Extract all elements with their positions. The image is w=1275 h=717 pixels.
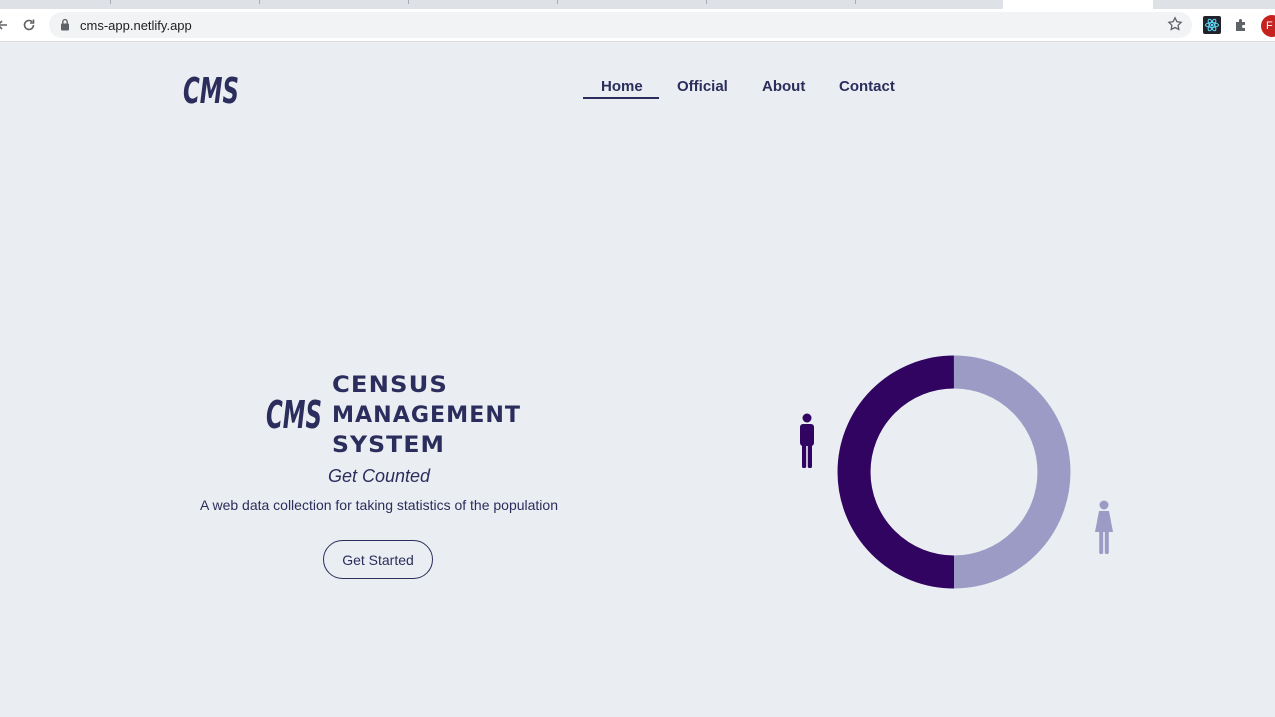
tab-separator (408, 0, 409, 4)
active-tab[interactable] (1003, 0, 1153, 9)
profile-avatar[interactable]: F (1261, 15, 1275, 37)
brand-line-management: MANAGEMENT (332, 403, 521, 428)
url-text[interactable]: cms-app.netlify.app (80, 18, 192, 33)
browser-tabstrip (0, 0, 1275, 9)
back-icon[interactable] (0, 15, 12, 35)
tab-separator (259, 0, 260, 4)
female-icon (1092, 500, 1116, 561)
star-icon[interactable] (1167, 16, 1183, 37)
reload-icon[interactable] (19, 15, 39, 35)
address-bar[interactable]: cms-app.netlify.app (49, 12, 1192, 38)
nav-contact[interactable]: Contact (839, 78, 895, 95)
hero-logo: CMS (266, 392, 326, 439)
tagline: Get Counted (327, 466, 431, 486)
nav-home[interactable]: Home (601, 78, 643, 95)
nav-official[interactable]: Official (677, 78, 728, 95)
brand-title: CENSUS MANAGEMENT SYSTEM (332, 373, 527, 464)
hero-logo-text: CMS (266, 393, 322, 434)
subtitle: A web data collection for taking statist… (200, 497, 558, 513)
tab-separator (110, 0, 111, 4)
population-donut (837, 355, 1071, 594)
tab-separator (855, 0, 856, 4)
donut-segment-male (837, 355, 955, 589)
browser-toolbar: cms-app.netlify.app F (0, 9, 1275, 42)
get-started-button[interactable]: Get Started (323, 540, 433, 579)
donut-segment-female (953, 355, 1071, 589)
lock-icon[interactable] (60, 18, 70, 36)
male-icon (797, 413, 817, 474)
inactive-tabs[interactable] (0, 0, 1002, 8)
tab-separator (557, 0, 558, 4)
site-logo[interactable]: CMS (183, 69, 245, 116)
extensions-icon[interactable] (1231, 15, 1251, 35)
react-devtools-icon[interactable] (1202, 15, 1222, 35)
brand-line-system: SYSTEM (332, 433, 445, 458)
tab-separator (706, 0, 707, 4)
nav-about[interactable]: About (762, 78, 805, 95)
site-logo-text: CMS (183, 71, 239, 111)
brand-line-census: CENSUS (332, 373, 448, 398)
nav-active-indicator (583, 97, 659, 99)
